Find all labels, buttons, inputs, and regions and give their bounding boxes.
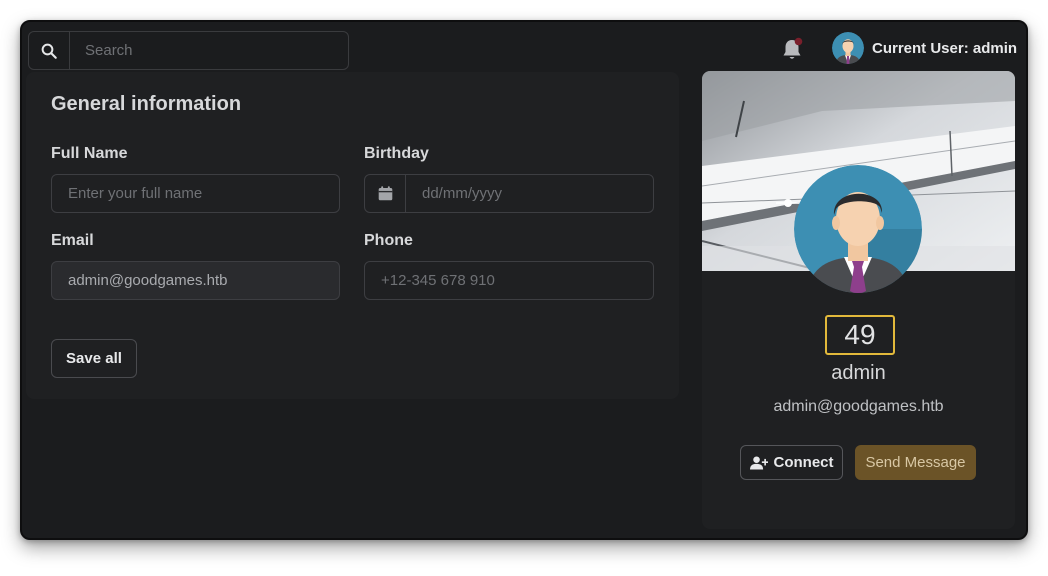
avatar <box>832 32 864 64</box>
email-field <box>51 261 340 300</box>
bell-icon <box>783 37 803 59</box>
profile-email: admin@goodgames.htb <box>773 398 944 415</box>
search-input[interactable] <box>70 32 348 69</box>
search-icon <box>41 43 57 59</box>
save-all-button[interactable]: Save all <box>51 339 137 378</box>
app-window: Current User: admin General information … <box>20 20 1028 540</box>
score-badge: 49 <box>825 315 895 355</box>
phone-input[interactable] <box>365 262 653 299</box>
notifications-button[interactable] <box>780 37 804 63</box>
search-button[interactable] <box>29 32 70 69</box>
connect-button-label: Connect <box>773 454 834 471</box>
current-user-label: Current User: admin <box>872 39 1018 57</box>
email-input[interactable] <box>52 262 339 299</box>
birthday-label: Birthday <box>364 145 429 162</box>
user-avatar-icon <box>832 32 864 64</box>
current-user-menu[interactable]: Current User: admin <box>832 31 1017 65</box>
profile-name: admin <box>831 362 886 384</box>
profile-card: 49 admin admin@goodgames.htb Connect Sen… <box>702 71 1015 529</box>
phone-field <box>364 261 654 300</box>
phone-label: Phone <box>364 232 413 249</box>
user-avatar-icon <box>794 165 922 293</box>
calendar-button[interactable] <box>365 175 406 212</box>
user-plus-icon <box>749 455 768 470</box>
card-title: General information <box>51 93 242 115</box>
full-name-field <box>51 174 340 213</box>
full-name-label: Full Name <box>51 145 128 162</box>
email-label: Email <box>51 232 94 249</box>
calendar-icon <box>378 186 392 201</box>
general-information-card: General information Full Name Birthday E… <box>26 72 679 399</box>
search-bar <box>28 31 349 70</box>
birthday-input[interactable] <box>406 175 653 212</box>
birthday-field <box>364 174 654 213</box>
send-message-button[interactable]: Send Message <box>855 445 976 480</box>
full-name-input[interactable] <box>52 175 339 212</box>
profile-avatar <box>794 165 922 293</box>
connect-button[interactable]: Connect <box>740 445 843 480</box>
